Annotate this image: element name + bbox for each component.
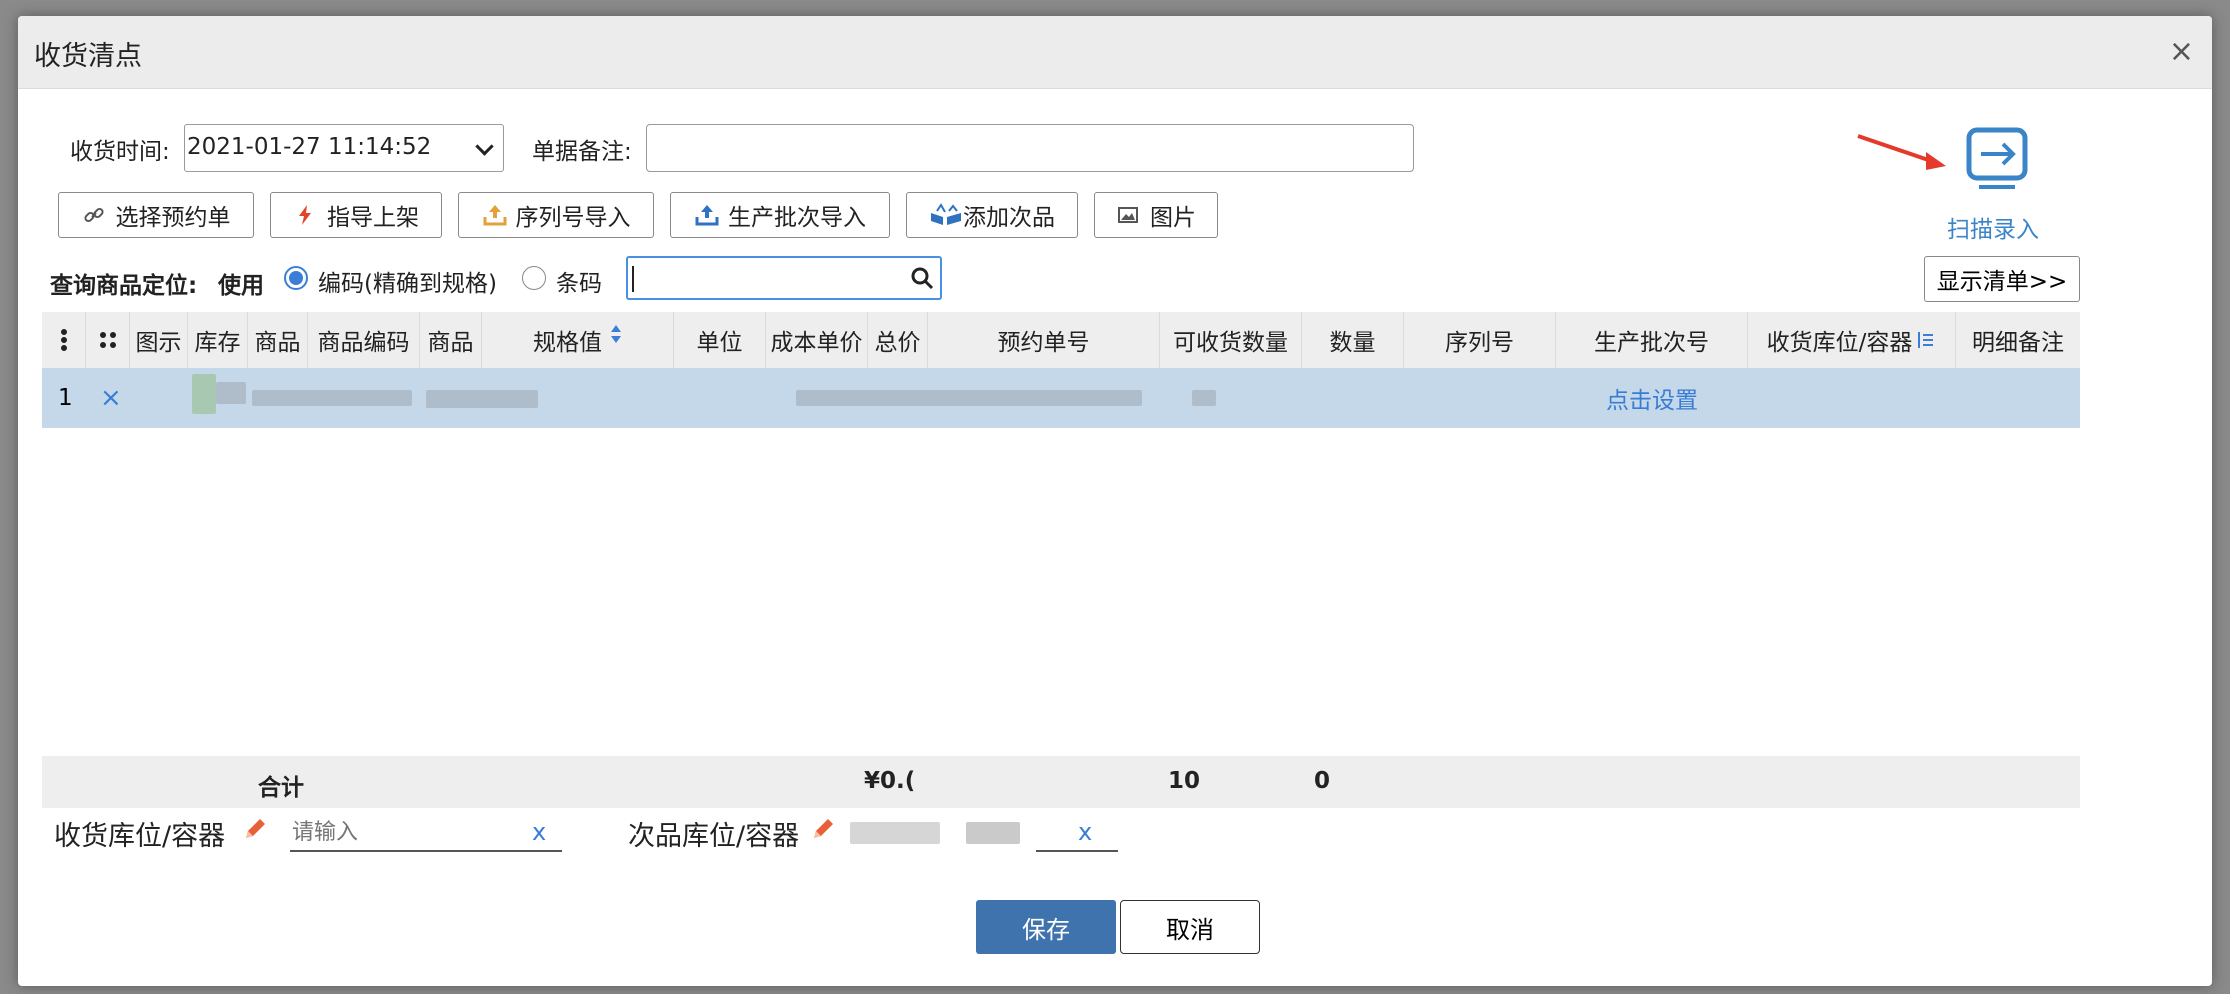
defect-location-value[interactable] [836,810,1036,860]
query-use-label: 使用 [218,273,264,299]
product-search-input[interactable] [626,256,942,300]
row-product-code [248,368,420,428]
col-total-price[interactable]: 总价 [868,312,928,368]
upload-tray-icon [482,203,506,227]
col-spec-label: 规格值 [533,330,602,356]
search-icon[interactable] [910,266,934,290]
grid-footer: 合计 ¥0.( 10 0 [42,756,2080,808]
table-row[interactable]: 1 × 点击设置 [42,368,2080,428]
footer-qty: 0 [1314,768,1331,794]
col-reservation-no[interactable]: 预约单号 [928,312,1160,368]
col-product-code[interactable]: 商品编码 [308,312,420,368]
query-label: 查询商品定位: [50,273,198,299]
dialog-titlebar: 收货清点 × [18,16,2212,89]
radio-barcode-label: 条码 [556,271,602,297]
row-receivable-qty [1190,368,1220,428]
grid-header: 图示 库存 商品 商品编码 商品 规格值 单位 成本单价 总价 预约单号 可收货… [42,312,2080,369]
row-stock-thumbnail [188,368,248,428]
sort-icon[interactable] [610,324,622,344]
close-icon[interactable]: × [2169,34,2194,69]
batch-import-button[interactable]: 生产批次导入 [670,192,890,238]
image-icon [1116,203,1140,227]
radio-code-label: 编码(精确到规格) [318,271,497,297]
broken-box-icon [929,203,961,227]
chevron-down-icon [475,137,494,156]
receive-time-select[interactable]: 2021-01-27 11:14:52 [184,124,504,172]
row-reservation-no [794,368,1174,428]
batch-import-label: 生产批次导入 [728,205,866,231]
batch-set-link[interactable]: 点击设置 [1556,368,1748,428]
pencil-icon[interactable] [810,816,836,842]
cancel-button[interactable]: 取消 [1120,900,1260,954]
add-defective-button[interactable]: 添加次品 [906,192,1078,238]
defect-location-label: 次品库位/容器 [628,821,800,852]
dialog-title: 收货清点 [34,41,142,72]
col-unit[interactable]: 单位 [674,312,766,368]
serial-import-button[interactable]: 序列号导入 [458,192,654,238]
col-image[interactable]: 图示 [130,312,188,368]
clear-receive-location-icon[interactable]: x [532,818,546,846]
col-product-other[interactable]: 商品 [420,312,482,368]
text-cursor [632,266,634,292]
remark-input[interactable] [646,124,1414,172]
col-product-name[interactable]: 商品 [248,312,308,368]
col-qty[interactable]: 数量 [1302,312,1404,368]
receive-location-underline [290,850,562,852]
remark-label: 单据备注: [532,139,632,165]
upload-tray-icon [694,203,719,227]
radio-barcode[interactable] [522,266,546,290]
row-product-other [424,368,540,428]
guide-shelving-button[interactable]: 指导上架 [270,192,442,238]
receive-time-value: 2021-01-27 11:14:52 [187,134,432,160]
select-reservation-label: 选择预约单 [115,205,231,231]
add-defective-label: 添加次品 [963,205,1055,231]
pencil-icon[interactable] [242,816,268,842]
scan-enter-icon [1954,127,2029,196]
footer-receivable-qty: 10 [1168,768,1201,794]
guide-shelving-label: 指导上架 [327,205,419,231]
footer-total-label: 合计 [258,775,304,801]
col-spec[interactable]: 规格值 [482,312,674,368]
defect-location-underline [1036,850,1118,852]
col-line-remark[interactable]: 明细备注 [1956,312,2080,368]
clear-defect-location-icon[interactable]: x [1078,818,1092,846]
grid-settings-handle[interactable] [86,312,130,368]
items-grid: 图示 库存 商品 商品编码 商品 规格值 单位 成本单价 总价 预约单号 可收货… [42,312,2080,808]
receive-location-label: 收货库位/容器 [54,821,226,852]
vertical-dots-icon [60,329,67,351]
lightning-icon [293,203,317,227]
scan-entry-label: 扫描录入 [1947,217,2039,243]
image-button[interactable]: 图片 [1094,192,1218,238]
image-label: 图片 [1150,205,1196,231]
column-menu-handle[interactable] [42,312,86,368]
batch-edit-icon[interactable] [1916,330,1936,350]
row-index: 1 [58,385,73,411]
col-serial[interactable]: 序列号 [1404,312,1556,368]
serial-import-label: 序列号导入 [515,205,631,231]
delete-row-icon[interactable]: × [100,368,124,428]
show-list-button[interactable]: 显示清单>> [1924,256,2080,302]
receive-time-label: 收货时间: [70,139,170,165]
col-stock[interactable]: 库存 [188,312,248,368]
link-icon [82,203,106,227]
scan-entry-button[interactable]: 扫描录入 [1947,126,2039,243]
col-cost-price[interactable]: 成本单价 [766,312,868,368]
radio-code[interactable] [284,266,308,290]
select-reservation-button[interactable]: 选择预约单 [58,192,254,238]
col-batch-no[interactable]: 生产批次号 [1556,312,1748,368]
col-receive-location-label: 收货库位/容器 [1766,330,1913,356]
receive-location-input[interactable] [290,816,524,848]
grid-dots-icon [99,332,116,348]
footer-total-price: ¥0.( [864,768,916,794]
col-receivable-qty[interactable]: 可收货数量 [1160,312,1302,368]
save-button[interactable]: 保存 [976,900,1116,954]
receive-count-dialog: 收货清点 × 收货时间: 2021-01-27 11:14:52 单据备注: 选… [18,16,2212,986]
col-receive-location[interactable]: 收货库位/容器 [1748,312,1956,368]
